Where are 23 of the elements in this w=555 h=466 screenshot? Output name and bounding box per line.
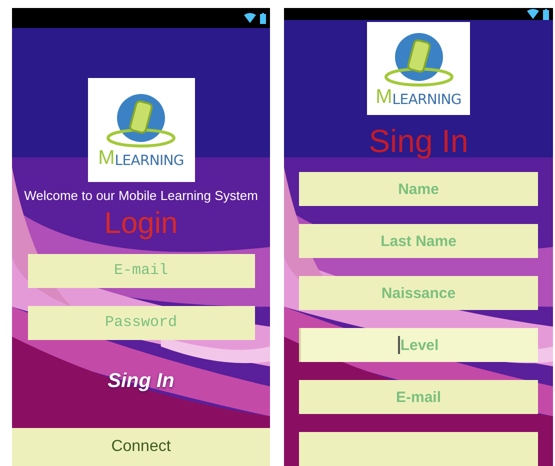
phone-globe-icon	[384, 30, 454, 86]
logo-word: LEARNING	[114, 154, 184, 168]
battery-icon	[543, 8, 549, 20]
phone-globe-icon	[106, 92, 176, 148]
text-cursor	[398, 336, 400, 354]
wifi-icon	[244, 13, 256, 23]
input-field[interactable]: Password	[28, 306, 254, 340]
battery-icon	[260, 12, 266, 24]
input-field[interactable]: E-mail	[299, 380, 538, 414]
logo-initial: M	[376, 86, 392, 106]
input-field[interactable]: Naissance	[299, 276, 538, 310]
input-field[interactable]: E-mail	[28, 254, 254, 288]
input-field[interactable]: Name	[299, 172, 538, 206]
screen-title: Login	[104, 206, 178, 242]
wifi-icon	[527, 9, 539, 19]
screen-title: Sing In	[368, 122, 468, 161]
logo-initial: M	[98, 148, 115, 168]
input-field[interactable]	[299, 432, 538, 466]
input-field[interactable]: Level	[299, 328, 538, 362]
input-field[interactable]: Last Name	[299, 224, 538, 258]
connect-button[interactable]: Connect	[12, 428, 270, 466]
logo-word: LEARNING	[392, 92, 462, 106]
welcome-text: Welcome to our Mobile Learning System	[24, 187, 258, 205]
